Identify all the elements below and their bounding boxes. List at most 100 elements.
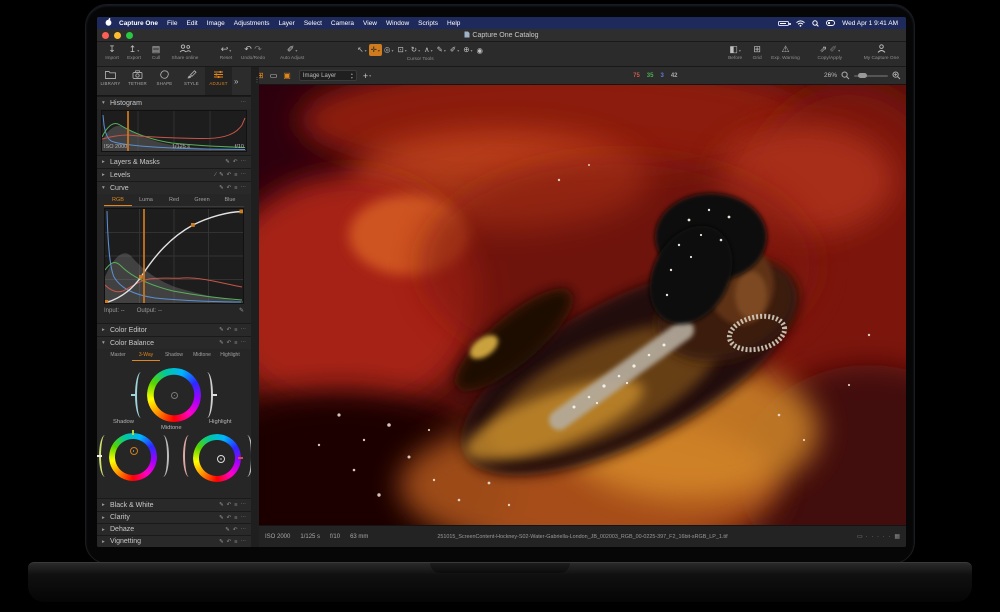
exposure-warning-button[interactable]: ⚠ Exp. Warning <box>771 44 800 61</box>
more-icon[interactable]: ⋯ <box>241 185 247 191</box>
brush-icon[interactable]: ✎ <box>225 159 230 165</box>
tabs-overflow-icon[interactable]: » <box>234 77 238 86</box>
share-online-button[interactable]: Share online <box>170 44 200 61</box>
cb-tab-midtone[interactable]: Midtone <box>188 352 216 361</box>
auto-adjust-button[interactable]: ✐▾ Auto Adjust <box>280 44 304 61</box>
midtone-wheel-cursor[interactable] <box>171 392 178 399</box>
reset-icon[interactable]: ↶ <box>233 527 238 533</box>
curve-point-picker-icon[interactable]: ✎ <box>239 307 244 314</box>
reset-icon[interactable]: ↶ <box>233 159 238 165</box>
menu-image[interactable]: Image <box>207 20 225 27</box>
presets-icon[interactable]: ≡ <box>234 515 237 521</box>
panel-header-color-balance[interactable]: ▾ Color Balance ✎ ↶ ≡ ⋯ <box>97 336 251 349</box>
brush-icon[interactable]: ✎ <box>219 185 224 191</box>
zoom-slider-thumb[interactable] <box>858 73 867 78</box>
zoom-level[interactable]: 26% <box>824 72 837 79</box>
cb-tab-shadow[interactable]: Shadow <box>160 352 188 361</box>
export-button[interactable]: ↥▾ Export <box>126 44 142 61</box>
panel-header-histogram[interactable]: ▾ Histogram ⋯ <box>97 96 251 109</box>
add-layer-button[interactable]: + <box>363 71 368 81</box>
reset-icon[interactable]: ↶ <box>227 327 232 333</box>
loupe-tool[interactable]: ◎▾ <box>382 44 396 56</box>
layer-select-dropdown[interactable]: Image Layer ▴▾ <box>299 70 357 81</box>
reset-icon[interactable]: ↶ <box>227 185 232 191</box>
curve-tab-blue[interactable]: Blue <box>216 197 244 206</box>
curve-tab-green[interactable]: Green <box>188 197 216 206</box>
zoom-out-icon[interactable] <box>841 71 850 80</box>
sidebar-resize-handle[interactable]: ⋮ <box>251 67 259 547</box>
curve-tab-rgb[interactable]: RGB <box>104 197 132 206</box>
cb-tab-3way[interactable]: 3-Way <box>132 352 160 361</box>
pan-tool[interactable]: ✛▾ <box>369 44 382 56</box>
menu-edit[interactable]: Edit <box>187 20 198 27</box>
heal-tool[interactable]: ⊕▾ <box>461 44 474 56</box>
brush-icon[interactable]: ✎ <box>219 327 224 333</box>
tab-adjust[interactable]: ADJUST <box>205 67 232 95</box>
proof-view-icon[interactable]: ▣ <box>283 71 291 80</box>
copy-icon[interactable]: ⇗ <box>819 44 827 54</box>
reset-icon[interactable]: ↶ <box>227 340 232 346</box>
curve-graph[interactable] <box>104 208 244 304</box>
panel-header-clarity[interactable]: ▸ Clarity ✎ ↶ ≡ ⋯ <box>97 511 251 523</box>
menu-select[interactable]: Select <box>304 20 322 27</box>
menu-window[interactable]: Window <box>386 20 409 27</box>
image-viewer[interactable] <box>259 85 906 525</box>
tab-style[interactable]: STYLE <box>178 67 205 95</box>
more-icon[interactable]: ⋯ <box>241 527 247 533</box>
spotlight-search-icon[interactable] <box>812 20 819 27</box>
highlight-wheel-cursor[interactable] <box>217 455 225 463</box>
copy-apply-button[interactable]: ⇗ ✐▾ Copy/Apply <box>816 44 844 61</box>
tab-tether[interactable]: TETHER <box>124 67 151 95</box>
panel-header-levels[interactable]: ▸ Levels ∕ ✎ ↶ ≡ ⋯ <box>97 168 251 181</box>
more-icon[interactable]: ⋯ <box>241 100 247 106</box>
brush-icon[interactable]: ✎ <box>219 172 224 178</box>
cb-tab-highlight[interactable]: Highlight <box>216 352 244 361</box>
panel-header-black-white[interactable]: ▸ Black & White ✎ ↶ ≡ ⋯ <box>97 498 251 511</box>
presets-icon[interactable]: ≡ <box>234 502 237 508</box>
menu-layer[interactable]: Layer <box>279 20 295 27</box>
reset-icon[interactable]: ↶ <box>227 172 232 178</box>
undo-icon[interactable]: ↶ <box>244 44 252 54</box>
rating-dots-icon[interactable]: · · · · · <box>866 534 892 540</box>
tab-shape[interactable]: SHAPE <box>151 67 178 95</box>
menu-clock[interactable]: Wed Apr 1 9:41 AM <box>842 20 898 27</box>
presets-icon[interactable]: ≡ <box>234 327 237 333</box>
shadow-lightness-arc[interactable] <box>157 435 169 477</box>
keystone-tool[interactable]: ∧▾ <box>422 44 435 56</box>
brush-icon[interactable]: ✎ <box>219 515 224 521</box>
filmstrip-icon[interactable]: ▦ <box>894 533 900 540</box>
curve-tab-red[interactable]: Red <box>160 197 188 206</box>
brush-icon[interactable]: ✎ <box>225 527 230 533</box>
more-icon[interactable]: ⋯ <box>241 340 247 346</box>
before-button[interactable]: ◧▾ Before <box>727 44 743 61</box>
presets-icon[interactable]: ≡ <box>234 185 237 191</box>
menu-app-name[interactable]: Capture One <box>119 20 158 27</box>
menu-camera[interactable]: Camera <box>331 20 354 27</box>
thumbnail-view-icon[interactable]: ▭ <box>857 533 863 540</box>
clone-tool[interactable]: ◉ <box>475 45 486 56</box>
zoom-in-icon[interactable] <box>892 71 901 80</box>
more-icon[interactable]: ⋯ <box>241 172 247 178</box>
panel-header-curve[interactable]: ▾ Curve ✎ ↶ ≡ ⋯ <box>97 181 251 194</box>
picker-icon[interactable]: ∕ <box>215 172 216 178</box>
apple-menu-icon[interactable] <box>105 18 112 28</box>
more-icon[interactable]: ⋯ <box>241 159 247 165</box>
reset-button[interactable]: ↩▾ Reset <box>218 44 234 61</box>
rotate-tool[interactable]: ↻▾ <box>409 44 422 56</box>
panel-header-dehaze[interactable]: ▸ Dehaze ✎ ↶ ⋯ <box>97 523 251 535</box>
presets-icon[interactable]: ≡ <box>234 340 237 346</box>
shadow-wheel-cursor[interactable] <box>130 447 138 455</box>
more-icon[interactable]: ⋯ <box>241 327 247 333</box>
panel-header-vignetting[interactable]: ▸ Vignetting ✎ ↶ ≡ ⋯ <box>97 535 251 547</box>
menu-help[interactable]: Help <box>447 20 460 27</box>
crop-tool[interactable]: ⊡▾ <box>395 44 408 56</box>
menu-scripts[interactable]: Scripts <box>418 20 438 27</box>
more-icon[interactable]: ⋯ <box>241 539 247 545</box>
select-tool[interactable]: ↖▾ <box>355 44 368 56</box>
midtone-saturation-arc[interactable] <box>135 372 147 418</box>
brush-icon[interactable]: ✎ <box>219 502 224 508</box>
wifi-icon[interactable] <box>796 20 805 27</box>
tab-library[interactable]: LIBRARY <box>97 67 124 95</box>
shadow-color-wheel[interactable] <box>109 433 157 481</box>
single-view-icon[interactable]: ▭ <box>270 71 278 80</box>
